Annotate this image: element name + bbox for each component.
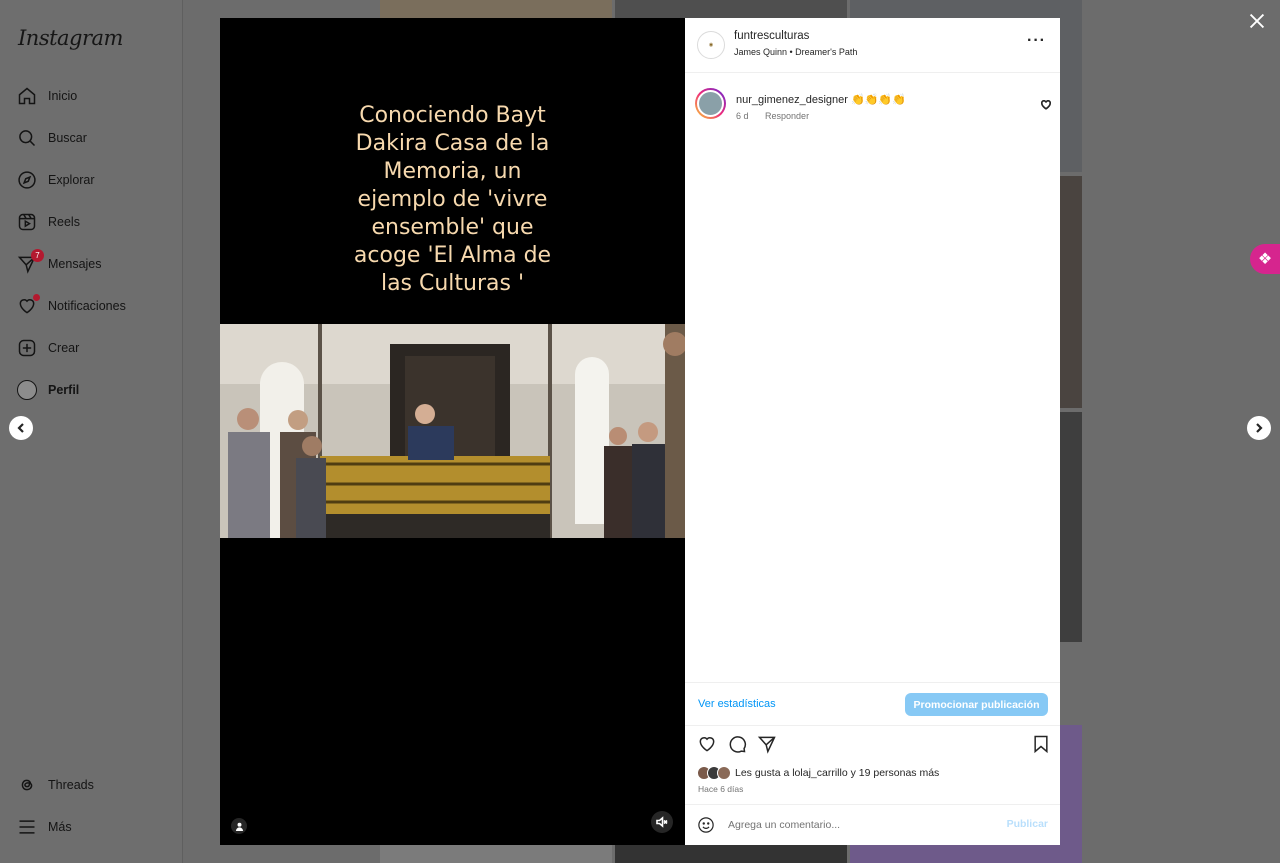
home-icon <box>16 85 38 107</box>
feed-tile <box>1060 176 1082 408</box>
comment-meta: 6 d Responder <box>736 111 823 121</box>
speaker-muted-icon <box>656 816 668 828</box>
nav-label: Notificaciones <box>48 299 126 313</box>
nav-label: Inicio <box>48 89 78 103</box>
feed-tile <box>1060 725 1082 863</box>
next-post-button[interactable] <box>1247 416 1271 440</box>
post-details-panel: ◉ funtresculturas James Quinn • Dreamer'… <box>685 18 1060 845</box>
nav-label: Mensajes <box>48 257 102 271</box>
instagram-logo[interactable]: Instagram <box>18 26 123 50</box>
previous-post-button[interactable] <box>9 416 33 440</box>
compass-icon <box>16 169 38 191</box>
comment-age: 6 d <box>736 111 749 121</box>
liker-username[interactable]: lolaj_carrillo <box>792 767 847 779</box>
nav-item-explorar[interactable]: Explorar <box>16 162 176 198</box>
view-insights-link[interactable]: Ver estadísticas <box>698 698 776 710</box>
messages-badge: 7 <box>31 249 44 262</box>
feed-tile <box>380 845 612 863</box>
liker-avatars[interactable] <box>697 766 731 780</box>
nav-label: Reels <box>48 215 80 229</box>
likes-middle: y <box>850 767 856 779</box>
comment-body: nur_gimenez_designer 👏👏👏👏 <box>736 93 906 106</box>
likes-summary: Les gusta a lolaj_carrillo y 19 personas… <box>697 765 939 781</box>
comment-input[interactable] <box>728 815 988 835</box>
nav-label: Explorar <box>48 173 95 187</box>
like-button[interactable] <box>697 734 717 754</box>
nav-label: Buscar <box>48 131 87 145</box>
send-icon: 7 <box>16 249 44 275</box>
bookmark-icon <box>1034 735 1048 754</box>
feed-tile <box>380 0 612 18</box>
search-icon <box>16 127 38 149</box>
post-photo <box>220 324 685 538</box>
post-actions <box>685 734 1060 756</box>
promote-post-button[interactable]: Promocionar publicación <box>905 693 1048 716</box>
nav-item-reels[interactable]: Reels <box>16 204 176 240</box>
nav-item-threads[interactable]: Threads <box>16 767 176 803</box>
comment-text: 👏👏👏👏 <box>850 94 906 106</box>
threads-icon <box>16 774 38 796</box>
nav-label: Threads <box>48 778 94 792</box>
chevron-right-icon <box>1256 423 1263 433</box>
author-username[interactable]: funtresculturas <box>734 30 809 42</box>
feed-tile <box>1060 412 1082 642</box>
nav-item-perfil[interactable]: Perfil <box>16 372 176 408</box>
feed-tile <box>615 845 847 863</box>
likes-prefix: Les gusta a <box>735 767 790 779</box>
post-timestamp: Hace 6 días <box>698 784 744 794</box>
plus-square-icon <box>16 337 38 359</box>
close-icon <box>1249 13 1265 29</box>
reply-button[interactable]: Responder <box>765 111 809 121</box>
post-media[interactable]: Conociendo Bayt Dakira Casa de la Memori… <box>220 18 685 845</box>
smiley-icon <box>698 817 714 833</box>
mute-button[interactable] <box>651 811 673 833</box>
nav-label: Perfil <box>48 383 80 397</box>
insights-bar: Ver estadísticas Promocionar publicación <box>685 682 1060 726</box>
feed-tile <box>615 0 847 18</box>
media-caption-text: Conociendo Bayt Dakira Casa de la Memori… <box>353 103 552 296</box>
nav-item-notificaciones[interactable]: Notificaciones <box>16 288 176 324</box>
comment-username[interactable]: nur_gimenez_designer <box>736 94 848 106</box>
nav-label: Crear <box>48 341 80 355</box>
comment-like-button[interactable] <box>1041 97 1051 110</box>
publish-button[interactable]: Publicar <box>1007 818 1048 830</box>
author-avatar[interactable]: ◉ <box>697 31 725 59</box>
avatar <box>16 379 38 401</box>
author-audio-subtitle[interactable]: James Quinn • Dreamer's Path <box>734 47 857 57</box>
nav-item-crear[interactable]: Crear <box>16 330 176 366</box>
nav-label: Más <box>48 820 72 834</box>
nav-item-mas[interactable]: Más <box>16 809 176 845</box>
browser-extension-button[interactable]: ❖ <box>1250 244 1280 274</box>
chevron-left-icon <box>17 423 24 433</box>
photo-illustration <box>220 324 685 538</box>
extension-icon: ❖ <box>1257 251 1273 268</box>
post-header: ◉ funtresculturas James Quinn • Dreamer'… <box>685 18 1060 73</box>
feed-tile <box>850 845 1082 863</box>
heart-icon <box>1041 100 1051 110</box>
send-icon <box>757 736 776 754</box>
nav-item-mensajes[interactable]: 7 Mensajes <box>16 246 176 282</box>
save-button[interactable] <box>1031 734 1051 754</box>
commenter-avatar[interactable] <box>695 88 726 119</box>
reels-icon <box>16 211 38 233</box>
comment-icon <box>729 736 747 753</box>
comment-button[interactable] <box>727 734 747 754</box>
add-comment-bar: Publicar <box>685 804 1060 845</box>
emoji-button[interactable] <box>697 816 715 834</box>
more-options-icon[interactable]: ··· <box>1027 33 1046 49</box>
user-icon <box>235 822 243 831</box>
likes-others-link[interactable]: 19 personas más <box>859 767 940 779</box>
nav-item-inicio[interactable]: Inicio <box>16 78 176 114</box>
share-button[interactable] <box>757 734 777 754</box>
menu-icon <box>16 816 38 838</box>
heart-icon <box>699 737 715 752</box>
tagged-users-button[interactable] <box>231 818 247 834</box>
close-button[interactable] <box>1246 10 1268 32</box>
heart-icon <box>16 294 40 317</box>
notification-dot <box>33 294 40 301</box>
nav-item-buscar[interactable]: Buscar <box>16 120 176 156</box>
